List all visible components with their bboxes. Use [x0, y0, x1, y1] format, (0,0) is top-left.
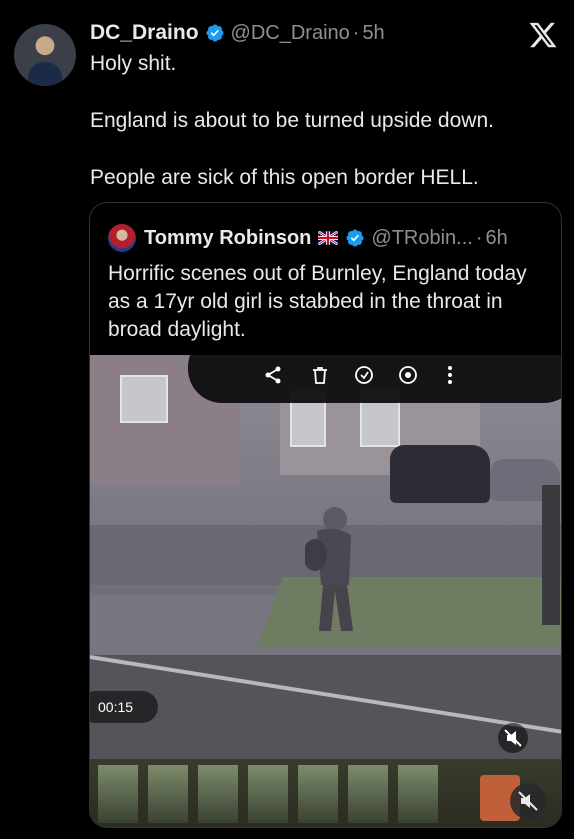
- grass-verge: [257, 577, 561, 647]
- separator-dot: ·: [352, 21, 360, 44]
- thumbnail: [398, 765, 438, 823]
- thumbnail: [98, 765, 138, 823]
- author-avatar[interactable]: [14, 24, 76, 86]
- parked-car: [390, 445, 490, 503]
- thumbnail: [348, 765, 388, 823]
- tweet-line: Holy shit.: [90, 52, 177, 75]
- tweet-header: DC_Draino @DC_Draino · 5h: [90, 20, 385, 46]
- adjust-icon[interactable]: [398, 365, 418, 385]
- video-duration: 00:15: [90, 691, 158, 723]
- quoted-tweet-text: Horrific scenes out of Burnley, England …: [108, 262, 527, 341]
- union-jack-flag-icon: [318, 231, 339, 245]
- share-icon[interactable]: [263, 365, 283, 385]
- tweet-line: People are sick of this open border HELL…: [90, 166, 479, 189]
- thumbnail: [248, 765, 288, 823]
- more-options-icon[interactable]: [440, 365, 460, 385]
- mute-icon[interactable]: [510, 783, 546, 819]
- edit-icon[interactable]: [354, 365, 374, 385]
- quoted-author-avatar[interactable]: [108, 224, 136, 252]
- mute-icon[interactable]: [498, 723, 528, 753]
- video-player[interactable]: 00:15: [90, 355, 561, 827]
- tweet-time[interactable]: 5h: [362, 22, 384, 45]
- x-logo-icon: [529, 22, 557, 48]
- lower-road: [90, 655, 561, 775]
- verified-badge-icon: [205, 24, 224, 42]
- quoted-tweet[interactable]: Tommy Robinson @TRobin... · 6h Horrific …: [89, 202, 562, 828]
- quoted-tweet-time[interactable]: 6h: [486, 227, 508, 250]
- verified-badge-icon: [346, 229, 364, 247]
- thumbnail: [298, 765, 338, 823]
- person-figure: [305, 507, 353, 631]
- tree-trunk: [542, 485, 560, 625]
- thumbnail: [198, 765, 238, 823]
- quoted-author-name[interactable]: Tommy Robinson: [144, 227, 311, 250]
- video-toolbar: [188, 355, 561, 403]
- thumbnail: [148, 765, 188, 823]
- house-window: [120, 375, 168, 423]
- author-name[interactable]: DC_Draino: [90, 21, 199, 45]
- separator-dot: ·: [475, 226, 483, 249]
- tweet-line: England is about to be turned upside dow…: [90, 109, 494, 132]
- trash-icon[interactable]: [310, 365, 330, 385]
- tweet-text: Holy shit. England is about to be turned…: [90, 50, 560, 221]
- author-handle[interactable]: @DC_Draino: [231, 22, 350, 45]
- quoted-author-handle[interactable]: @TRobin...: [371, 227, 472, 250]
- quoted-tweet-header: Tommy Robinson @TRobin... · 6h: [108, 224, 508, 252]
